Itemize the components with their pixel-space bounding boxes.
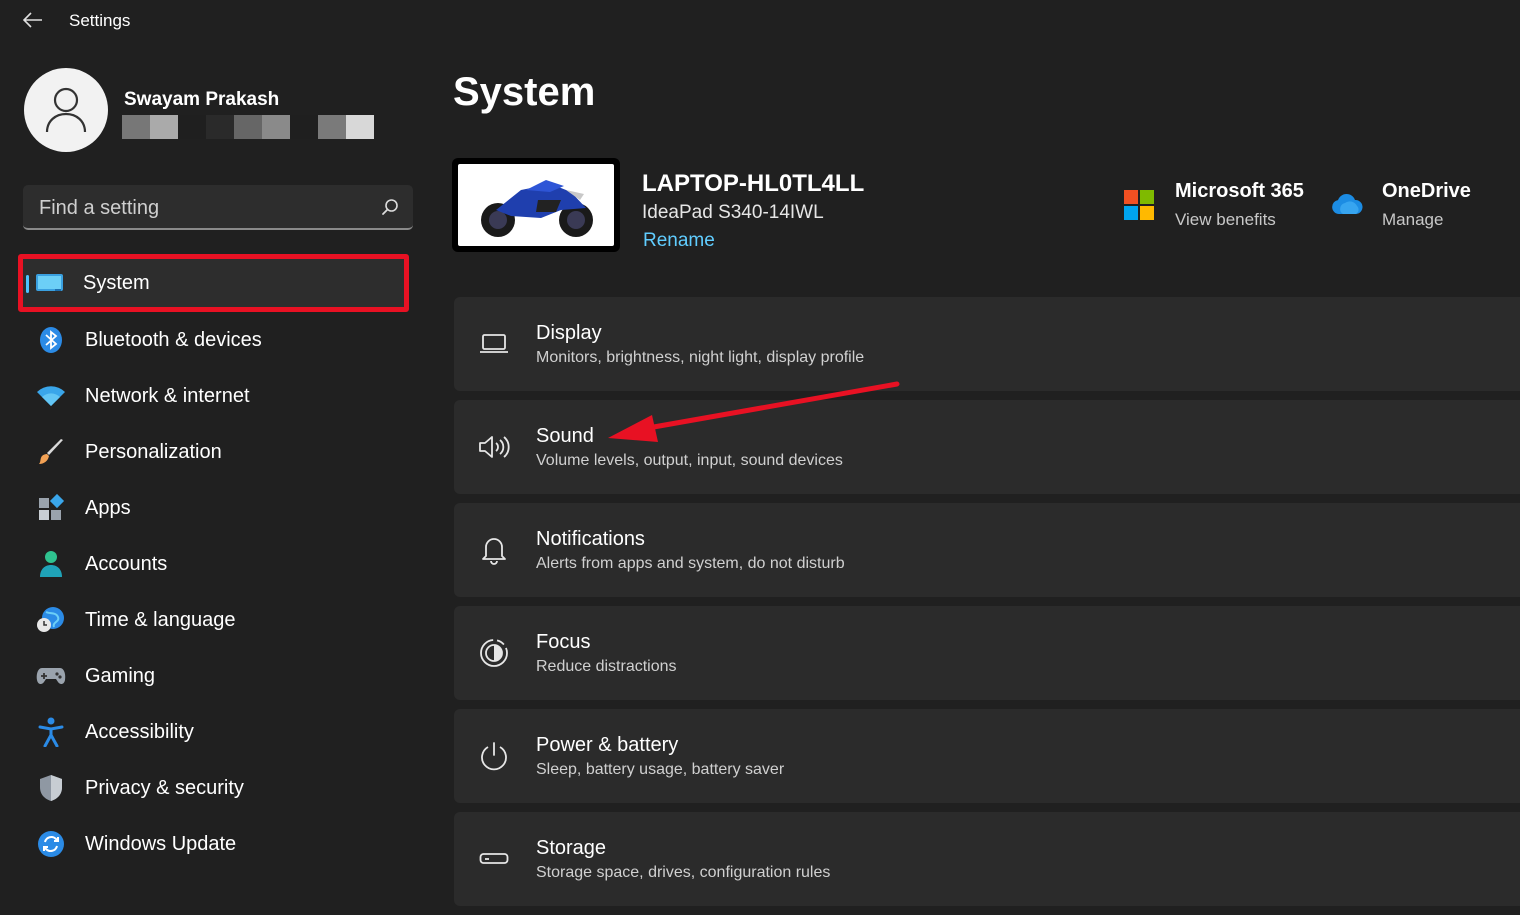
card-title: Power & battery: [536, 734, 679, 756]
storage-card[interactable]: Storage Storage space, drives, configura…: [454, 812, 1520, 906]
sidebar-item-label: Accessibility: [85, 720, 194, 743]
user-name: Swayam Prakash: [124, 89, 280, 110]
card-title: Notifications: [536, 528, 645, 550]
sidebar-item-label: Privacy & security: [85, 776, 244, 799]
time-language-icon: [36, 606, 66, 634]
apps-icon: [36, 494, 66, 522]
sidebar-item-label: Windows Update: [85, 832, 237, 855]
user-icon: [45, 87, 87, 133]
redacted-email: [122, 115, 374, 139]
title-bar: Settings: [0, 0, 1520, 42]
device-model: IdeaPad S340-14IWL: [642, 202, 824, 223]
sidebar-item-accounts[interactable]: Accounts: [20, 536, 412, 592]
sidebar-item-label: System: [83, 271, 150, 294]
device-wallpaper-thumbnail[interactable]: [452, 158, 620, 252]
shield-icon: [36, 774, 66, 802]
sidebar-item-gaming[interactable]: Gaming: [20, 648, 412, 704]
promo-subtitle: Manage: [1382, 210, 1444, 229]
onedrive-cloud-icon: [1332, 194, 1363, 214]
power-icon: [478, 741, 510, 771]
sidebar-item-label: Gaming: [85, 664, 156, 687]
page-title: System: [453, 70, 596, 114]
back-button[interactable]: [22, 9, 44, 31]
card-title: Display: [536, 322, 602, 344]
card-subtitle: Monitors, brightness, night light, displ…: [536, 349, 865, 366]
sidebar-item-label: Time & language: [85, 608, 236, 631]
gamepad-icon: [36, 662, 66, 690]
sidebar-item-label: Network & internet: [85, 384, 250, 407]
card-subtitle: Volume levels, output, input, sound devi…: [536, 452, 843, 469]
card-title: Sound: [536, 425, 594, 447]
power-battery-card[interactable]: Power & battery Sleep, battery usage, ba…: [454, 709, 1520, 803]
accounts-icon: [36, 550, 66, 578]
sidebar-item-bluetooth[interactable]: Bluetooth & devices: [20, 312, 412, 368]
focus-icon: [478, 638, 510, 668]
accessibility-icon: [36, 717, 66, 747]
sidebar-item-label: Bluetooth & devices: [85, 328, 262, 351]
sidebar-item-label: Apps: [85, 496, 131, 519]
sidebar-item-accessibility[interactable]: Accessibility: [20, 704, 412, 760]
selection-indicator: [26, 275, 29, 293]
windows-update-icon: [36, 830, 66, 858]
settings-list: Display Monitors, brightness, night ligh…: [454, 297, 1520, 915]
bluetooth-icon: [36, 326, 66, 354]
rename-link[interactable]: Rename: [643, 230, 715, 252]
brush-icon: [36, 438, 66, 466]
app-title: Settings: [69, 11, 131, 30]
search-input[interactable]: Find a setting: [23, 185, 413, 230]
card-title: Storage: [536, 837, 607, 859]
notifications-card[interactable]: Notifications Alerts from apps and syste…: [454, 503, 1520, 597]
card-subtitle: Sleep, battery usage, battery saver: [536, 761, 785, 778]
card-subtitle: Reduce distractions: [536, 658, 677, 675]
card-subtitle: Storage space, drives, configuration rul…: [536, 864, 831, 881]
back-arrow-icon: [23, 12, 42, 28]
sidebar-item-label: Personalization: [85, 440, 222, 463]
motorcycle-image: [481, 180, 593, 237]
sidebar-item-privacy-security[interactable]: Privacy & security: [20, 760, 412, 816]
promo-title: Microsoft 365: [1175, 180, 1304, 202]
sidebar-item-network[interactable]: Network & internet: [20, 368, 412, 424]
promo-title: OneDrive: [1382, 180, 1471, 202]
sidebar-nav: System Bluetooth & devices Network & int…: [18, 254, 412, 872]
system-icon: [35, 270, 65, 298]
sidebar-item-label: Accounts: [85, 552, 168, 575]
promo-subtitle: View benefits: [1175, 210, 1276, 229]
monitor-icon: [478, 329, 510, 359]
sidebar-item-windows-update[interactable]: Windows Update: [20, 816, 412, 872]
sidebar-item-time-language[interactable]: Time & language: [20, 592, 412, 648]
sidebar-item-system[interactable]: System: [18, 254, 409, 312]
search-placeholder: Find a setting: [39, 197, 160, 219]
sidebar-item-apps[interactable]: Apps: [20, 480, 412, 536]
display-card[interactable]: Display Monitors, brightness, night ligh…: [454, 297, 1520, 391]
avatar[interactable]: [24, 68, 108, 152]
bell-icon: [478, 535, 510, 565]
sound-card[interactable]: Sound Volume levels, output, input, soun…: [454, 400, 1520, 494]
microsoft-logo-icon: [1124, 190, 1154, 220]
card-title: Focus: [536, 631, 591, 653]
device-name: LAPTOP-HL0TL4LL: [642, 170, 865, 197]
search-icon[interactable]: [381, 198, 399, 216]
storage-icon: [478, 844, 510, 874]
sidebar-item-personalization[interactable]: Personalization: [20, 424, 412, 480]
speaker-icon: [478, 432, 510, 462]
card-subtitle: Alerts from apps and system, do not dist…: [536, 555, 845, 572]
wifi-icon: [36, 382, 66, 410]
focus-card[interactable]: Focus Reduce distractions: [454, 606, 1520, 700]
